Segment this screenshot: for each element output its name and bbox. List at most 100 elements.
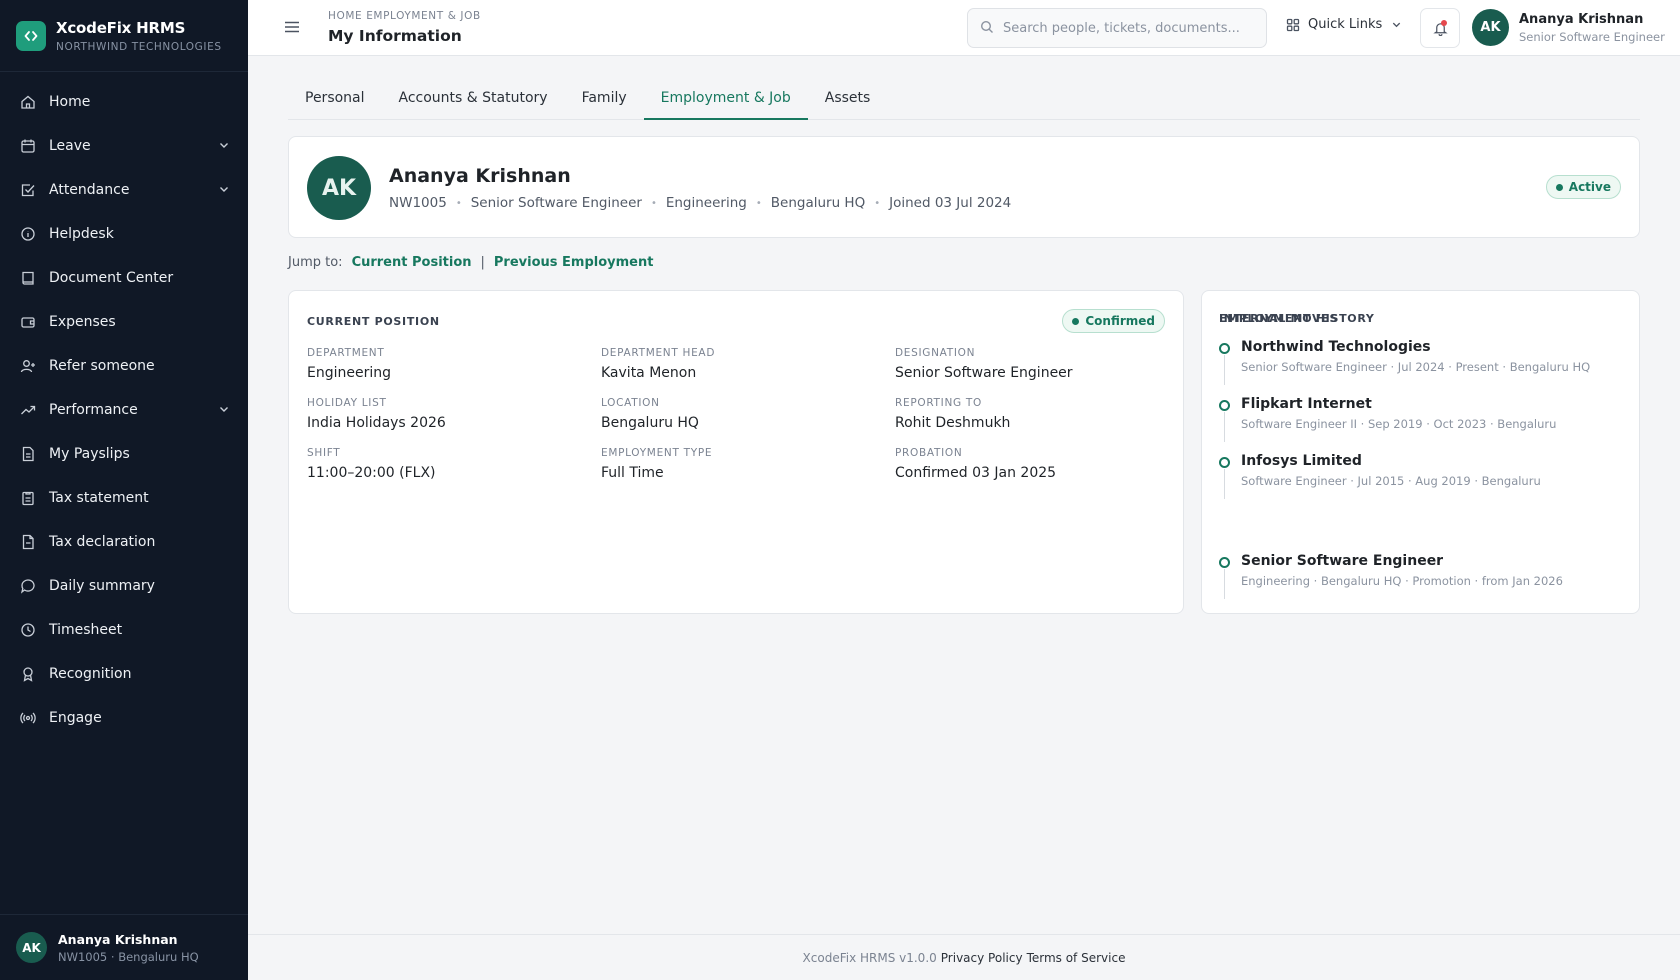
employee-designation: Senior Software Engineer (470, 195, 642, 211)
tab-family[interactable]: Family (565, 82, 644, 120)
field-label: EMPLOYMENT TYPE (601, 447, 713, 459)
field-value: Rohit Deshmukh (895, 415, 1011, 431)
field-value: India Holidays 2026 (307, 415, 446, 431)
field-location: LOCATION Bengaluru HQ (601, 397, 895, 431)
field-label: REPORTING TO (895, 397, 982, 409)
separator-dot: • (650, 197, 657, 209)
internal-moves-timeline: Senior Software Engineer Engineering · B… (1219, 553, 1629, 610)
tab-personal[interactable]: Personal (288, 82, 382, 120)
timeline-item: Infosys Limited Software Engineer · Jul … (1219, 453, 1629, 510)
timeline-item: Senior Software Engineer Engineering · B… (1219, 553, 1629, 610)
sidebar-item-performance[interactable]: Performance (0, 388, 248, 432)
chevron-down-icon[interactable] (218, 403, 230, 419)
logo-icon (16, 20, 46, 51)
wallet-icon (20, 314, 36, 330)
user-role: Senior Software Engineer (1519, 29, 1665, 44)
file-icon (20, 446, 36, 462)
chevron-down-icon[interactable] (218, 139, 230, 155)
notification-dot (1441, 20, 1447, 26)
sidebar-user[interactable]: AK Ananya Krishnan NW1005 · Bengaluru HQ (0, 914, 248, 980)
field-department-head: DEPARTMENT HEAD Kavita Menon (601, 347, 895, 381)
employee-id: NW1005 (389, 195, 447, 211)
field-reporting-to: REPORTING TO Rohit Deshmukh (895, 397, 1167, 431)
confirmed-label: Confirmed (1085, 314, 1155, 328)
sidebar-item-label: Leave (49, 138, 91, 154)
search-box[interactable] (967, 8, 1267, 48)
sidebar-item-timesheet[interactable]: Timesheet (0, 608, 248, 652)
page-title: My Information (328, 27, 462, 45)
separator-dot: • (874, 197, 881, 209)
hamburger-menu-icon[interactable] (283, 18, 301, 40)
sidebar-nav: Home Leave Attendance Helpdesk Document … (0, 72, 248, 740)
avatar: AK (1472, 9, 1509, 46)
footer: XcodeFix HRMS v1.0.0 Privacy Policy Term… (248, 934, 1680, 980)
jump-previous-employment-link[interactable]: Previous Employment (494, 255, 654, 270)
field-value: Kavita Menon (601, 365, 697, 381)
field-value: 11:00–20:00 (FLX) (307, 465, 436, 481)
tab-assets[interactable]: Assets (808, 82, 888, 120)
timeline-dot (1219, 400, 1230, 411)
sidebar-item-daily-summary[interactable]: Daily summary (0, 564, 248, 608)
jump-current-position-link[interactable]: Current Position (352, 255, 472, 270)
sidebar-item-attendance[interactable]: Attendance (0, 168, 248, 212)
search-icon (980, 19, 994, 38)
sidebar-item-engage[interactable]: Engage (0, 696, 248, 740)
tab-employment-job[interactable]: Employment & Job (643, 82, 808, 120)
user-plus-icon (20, 358, 36, 374)
field-label: DEPARTMENT (307, 347, 385, 359)
sidebar-item-recognition[interactable]: Recognition (0, 652, 248, 696)
chat-icon (20, 578, 36, 594)
sidebar-item-refer-someone[interactable]: Refer someone (0, 344, 248, 388)
sidebar-item-label: Refer someone (49, 358, 155, 374)
field-label: HOLIDAY LIST (307, 397, 387, 409)
timeline-item: Flipkart Internet Software Engineer II ·… (1219, 396, 1629, 453)
field-label: PROBATION (895, 447, 963, 459)
breadcrumb: HOME EMPLOYMENT & JOB (328, 10, 481, 22)
chevron-down-icon[interactable] (218, 183, 230, 199)
sidebar-item-label: Engage (49, 710, 102, 726)
notifications-button[interactable] (1420, 8, 1460, 48)
home-icon (20, 94, 36, 110)
broadcast-icon (20, 710, 36, 726)
user-menu[interactable]: AK Ananya Krishnan Senior Software Engin… (1472, 9, 1665, 46)
jump-separator: | (480, 255, 485, 270)
timeline-item: Northwind Technologies Senior Software E… (1219, 339, 1629, 396)
employment-history-card: EMPLOYMENT HISTORY Northwind Technologie… (1201, 290, 1640, 614)
sidebar-item-leave[interactable]: Leave (0, 124, 248, 168)
timeline-line (1224, 355, 1225, 385)
internal-moves-title: INTERNAL MOVES (1219, 312, 1339, 325)
file-text-icon (20, 534, 36, 550)
field-value: Confirmed 03 Jan 2025 (895, 465, 1057, 481)
sidebar-item-tax-statement[interactable]: Tax statement (0, 476, 248, 520)
sidebar-item-document-center[interactable]: Document Center (0, 256, 248, 300)
separator-dot: • (755, 197, 762, 209)
sidebar-item-home[interactable]: Home (0, 80, 248, 124)
privacy-policy-link[interactable]: Privacy Policy (941, 951, 1023, 965)
terms-of-service-link[interactable]: Terms of Service (1027, 951, 1126, 965)
field-shift: SHIFT 11:00–20:00 (FLX) (307, 447, 601, 481)
sidebar-item-tax-declaration[interactable]: Tax declaration (0, 520, 248, 564)
confirmed-badge: Confirmed (1062, 309, 1165, 333)
chevron-down-icon (1391, 19, 1402, 30)
position-fields: DEPARTMENT Engineering DEPARTMENT HEAD Kav… (307, 347, 1167, 481)
status-label: Active (1568, 180, 1611, 194)
timeline-dot (1219, 343, 1230, 354)
field-label: SHIFT (307, 447, 341, 459)
jump-to-label: Jump to: (288, 255, 343, 270)
footer-version: XcodeFix HRMS v1.0.0 (802, 950, 937, 965)
calendar-icon (20, 138, 36, 154)
timeline-detail: Software Engineer II · Sep 2019 · Oct 20… (1241, 417, 1557, 431)
quick-links-button[interactable]: Quick Links (1286, 17, 1402, 32)
sidebar-item-my-payslips[interactable]: My Payslips (0, 432, 248, 476)
separator-dot: • (455, 197, 462, 209)
sidebar-item-expenses[interactable]: Expenses (0, 300, 248, 344)
search-input[interactable] (1003, 20, 1243, 36)
brand[interactable]: XcodeFix HRMS NORTHWIND TECHNOLOGIES (0, 0, 248, 72)
employee-joined: Joined 03 Jul 2024 (889, 195, 1012, 211)
sidebar-item-helpdesk[interactable]: Helpdesk (0, 212, 248, 256)
field-designation: DESIGNATION Senior Software Engineer (895, 347, 1167, 381)
sidebar-user-name: Ananya Krishnan (58, 931, 178, 947)
status-dot (1555, 183, 1563, 191)
tab-accounts-statutory[interactable]: Accounts & Statutory (382, 82, 565, 120)
timeline-detail: Software Engineer · Jul 2015 · Aug 2019 … (1241, 474, 1541, 488)
